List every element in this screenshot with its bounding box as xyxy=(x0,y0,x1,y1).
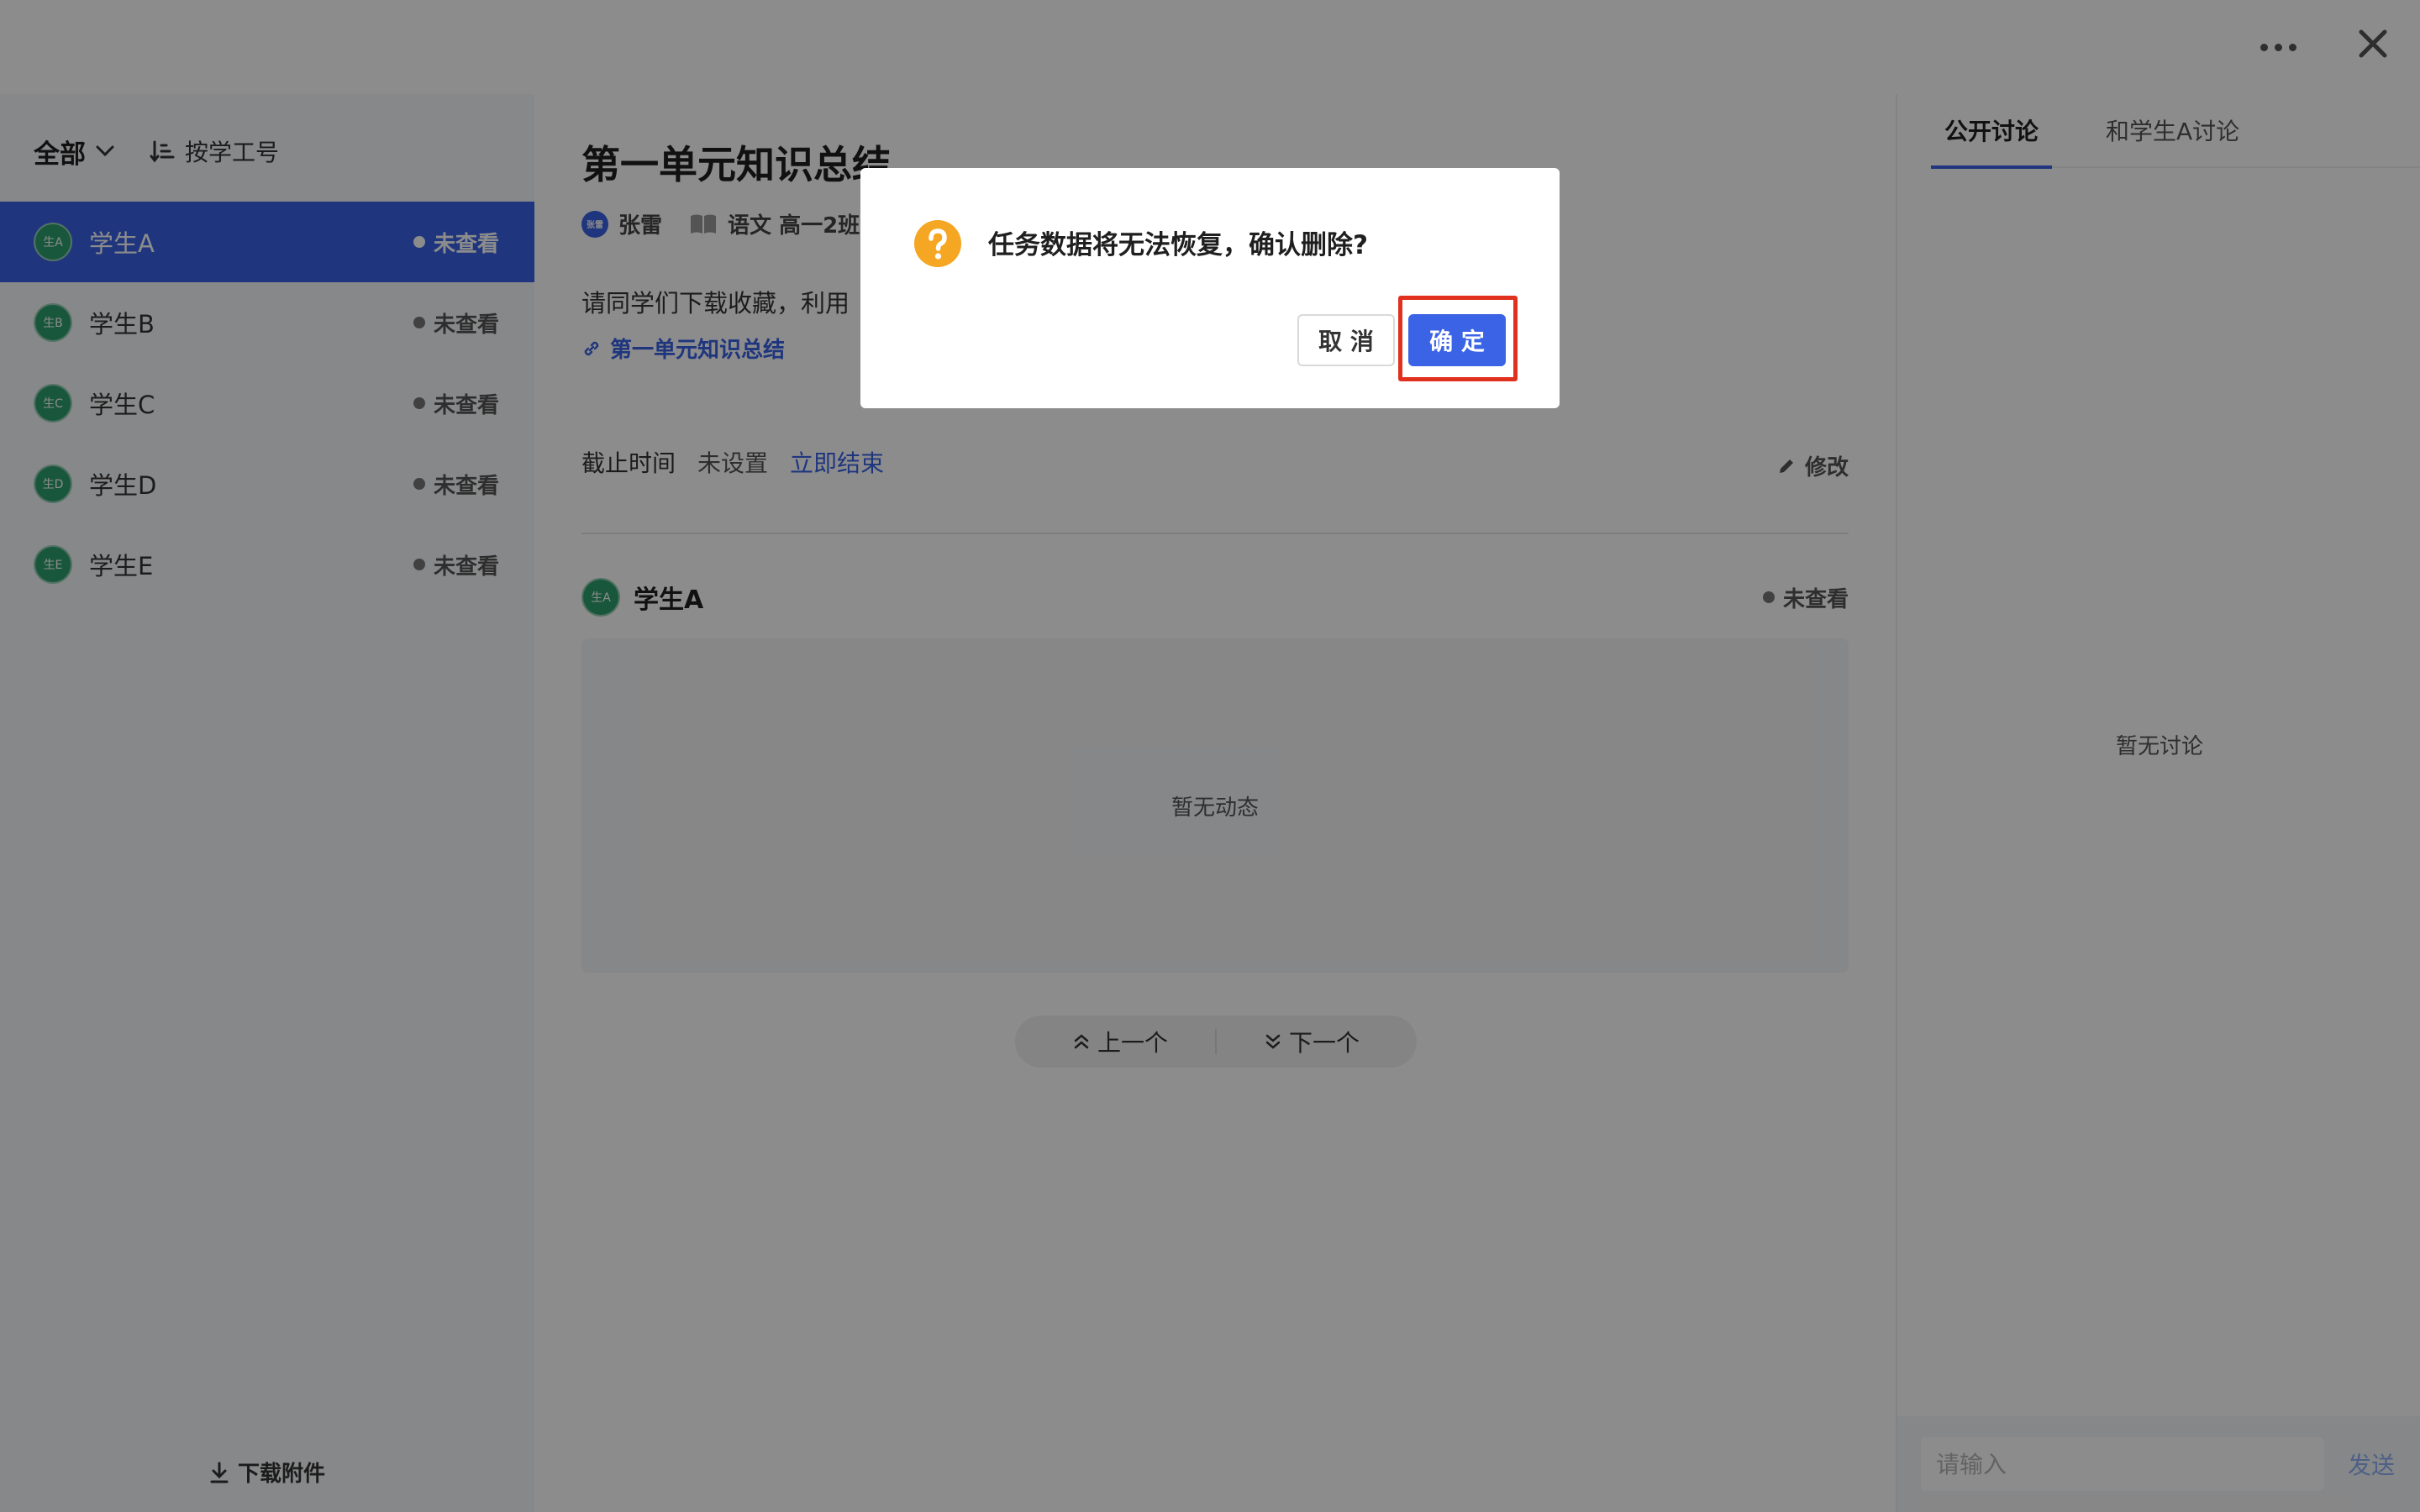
dialog-message: 任务数据将无法恢复，确认删除? xyxy=(988,230,1368,260)
question-circle-icon xyxy=(914,220,961,267)
confirm-dialog: 任务数据将无法恢复，确认删除? 取 消 确 定 xyxy=(860,168,1560,408)
cancel-button[interactable]: 取 消 xyxy=(1297,314,1395,366)
confirm-button[interactable]: 确 定 xyxy=(1408,314,1506,366)
